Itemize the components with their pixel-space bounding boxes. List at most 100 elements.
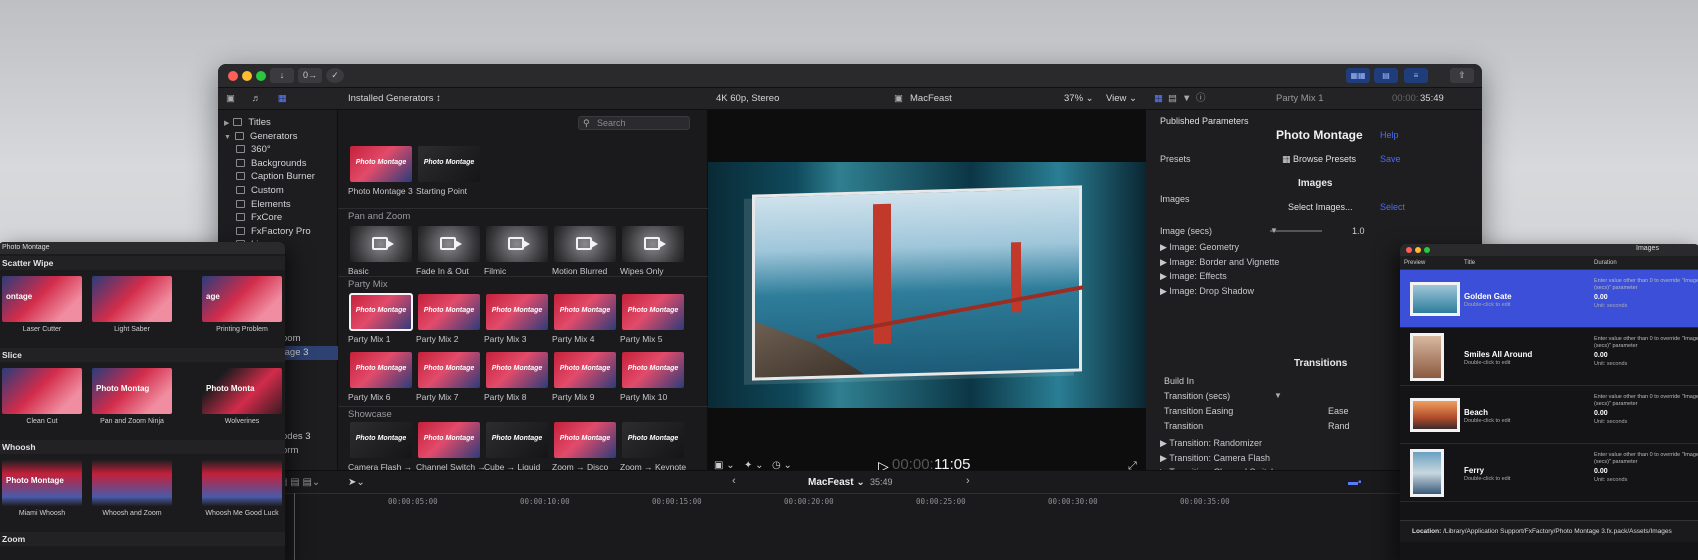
category-header[interactable]: Pan and Zoom [338, 208, 708, 224]
generator-thumbnail[interactable]: Photo Montage [622, 422, 684, 458]
sidebar-item[interactable]: FxFactory Pro [236, 225, 311, 239]
timeline-project-menu[interactable]: MacFeast ⌄ [808, 477, 865, 488]
generator-thumbnail[interactable]: Photo Montage [418, 422, 480, 458]
generator-thumbnail[interactable]: Photo Montage [622, 352, 684, 388]
sidebar-item[interactable]: ▼ Generators [224, 130, 297, 144]
photos-icon[interactable]: ♬ [252, 93, 262, 104]
save-button[interactable]: Save [1380, 154, 1401, 164]
close-window-button[interactable] [228, 71, 238, 81]
sidebar-item-selected[interactable]: tage 3 [282, 346, 308, 360]
duration-value[interactable]: 0.00 [1594, 410, 1608, 417]
background-tasks-button[interactable]: ✓ [326, 68, 344, 83]
image-list-row[interactable]: Smiles All Around Double-click to edit Ent… [1400, 328, 1698, 386]
search-input[interactable]: ⚲ Search [578, 116, 690, 130]
transition-thumbnail[interactable]: age [202, 276, 282, 322]
duration-value[interactable]: 0.00 [1594, 294, 1608, 301]
transition-thumbnail[interactable] [202, 460, 282, 506]
video-inspector-icon[interactable]: ▤ [1168, 88, 1177, 110]
playhead[interactable] [294, 493, 295, 560]
col-preview[interactable]: Preview [1404, 260, 1425, 266]
close-window-button[interactable] [1406, 247, 1412, 253]
share-button[interactable]: ⇧ [1450, 68, 1474, 83]
generator-thumbnail[interactable]: Photo Montage [350, 422, 412, 458]
image-list-row[interactable]: Ferry Double-click to edit Enter value oth… [1400, 444, 1698, 502]
duration-value[interactable]: 0.00 [1594, 352, 1608, 359]
titles-generators-icon[interactable]: ▦ [278, 93, 287, 104]
select-images-button[interactable]: Select [1380, 202, 1405, 212]
transition-easing-value[interactable]: Ease [1328, 406, 1349, 416]
minimize-window-button[interactable] [1415, 247, 1421, 253]
sidebar-item[interactable]: FxCore [236, 211, 282, 225]
sidebar-item[interactable]: Custom [236, 184, 284, 198]
image-title[interactable]: Ferry [1464, 466, 1484, 475]
transition-thumbnail[interactable]: Photo Montag [92, 368, 172, 414]
generator-thumbnail[interactable]: Photo Montage [554, 352, 616, 388]
image-preview[interactable] [1410, 282, 1460, 316]
generator-thumbnail[interactable]: Photo Montage [554, 422, 616, 458]
transition-slider-knob[interactable]: ▼ [1274, 391, 1282, 400]
disclosure-triangle-icon[interactable]: ▼ [224, 134, 231, 141]
generator-inspector-icon[interactable]: ▦ [1154, 88, 1163, 110]
image-title[interactable]: Smiles All Around [1464, 350, 1532, 359]
help-link[interactable]: Help [1380, 130, 1399, 140]
duration-value[interactable]: 0.00 [1594, 468, 1608, 475]
image-title[interactable]: Beach [1464, 408, 1488, 417]
transition-thumbnail[interactable]: ontage [2, 276, 82, 322]
generator-thumbnail[interactable]: Photo Montage [350, 146, 412, 182]
sidebar-item[interactable]: Elements [236, 198, 291, 212]
sidebar-item[interactable]: ▶ Titles [224, 116, 271, 130]
transition-value[interactable]: Rand [1328, 421, 1350, 431]
zoom-window-button[interactable] [256, 71, 266, 81]
generator-thumbnail[interactable] [622, 226, 684, 262]
image-secs-value[interactable]: 1.0 [1352, 226, 1365, 236]
sidebar-item[interactable]: Backgrounds [236, 157, 306, 171]
category-header[interactable]: Party Mix [338, 276, 708, 292]
generator-thumbnail[interactable]: Photo Montage [350, 352, 412, 388]
disclosure-triangle-icon[interactable]: ▶ [224, 120, 229, 127]
generator-thumbnail[interactable] [418, 226, 480, 262]
timeline-toggle-button[interactable]: ▤ [1374, 68, 1398, 83]
slider-knob[interactable]: ▼ [1270, 226, 1278, 235]
transition-thumbnail[interactable] [92, 276, 172, 322]
generator-thumbnail[interactable]: Photo Montage [622, 294, 684, 330]
generator-thumbnail[interactable]: Photo Montage [418, 352, 480, 388]
image-preview[interactable] [1410, 398, 1460, 432]
import-button[interactable]: ↓ [270, 68, 294, 83]
generator-thumbnail[interactable]: Photo Montage [418, 294, 480, 330]
sidebar-item-partial[interactable]: odes 3 [282, 430, 311, 444]
libraries-icon[interactable]: ▣ [226, 93, 235, 104]
generator-thumbnail[interactable]: Photo Montage [418, 146, 480, 182]
minimize-window-button[interactable] [242, 71, 252, 81]
generator-thumbnail[interactable] [554, 226, 616, 262]
sidebar-item[interactable]: Caption Burner [236, 170, 315, 184]
generator-thumbnail[interactable] [486, 226, 548, 262]
info-icon[interactable]: ⓘ [1196, 88, 1206, 110]
image-title[interactable]: Golden Gate [1464, 292, 1512, 301]
generator-thumbnail[interactable]: Photo Montage [486, 352, 548, 388]
select-tool-icon[interactable]: ➤⌄ [348, 477, 365, 488]
category-header[interactable]: Showcase [338, 406, 708, 422]
col-duration[interactable]: Duration [1594, 260, 1617, 266]
image-list-row[interactable]: Beach Double-click to edit Enter value oth… [1400, 386, 1698, 444]
next-project-button[interactable]: › [966, 475, 970, 487]
zoom-menu[interactable]: 37% ⌄ [1064, 88, 1094, 110]
generator-thumbnail[interactable]: Photo Montage [349, 293, 413, 331]
generator-thumbnail[interactable]: Photo Montage [554, 294, 616, 330]
image-preview[interactable] [1410, 333, 1444, 381]
image-list-row[interactable]: Golden Gate Double-click to edit Enter val… [1400, 270, 1698, 328]
image-preview[interactable] [1410, 449, 1444, 497]
inspector-toggle-button[interactable]: ≡ [1404, 68, 1428, 83]
keywords-button[interactable]: 0→ [298, 68, 322, 83]
transition-thumbnail[interactable]: Photo Monta [202, 368, 282, 414]
filter-icon[interactable]: ▼ [1182, 88, 1191, 110]
transition-thumbnail[interactable]: Photo Montage [2, 460, 82, 506]
browse-presets-button[interactable]: ▦ Browse Presets [1282, 154, 1356, 165]
zoom-window-button[interactable] [1424, 247, 1430, 253]
transition-thumbnail[interactable] [92, 460, 172, 506]
audio-waveform-icon[interactable]: ▬▪ [1348, 477, 1362, 488]
sidebar-item[interactable]: 360° [236, 143, 271, 157]
generator-thumbnail[interactable]: Photo Montage [486, 422, 548, 458]
transition-thumbnail[interactable] [2, 368, 82, 414]
generator-thumbnail[interactable] [350, 226, 412, 262]
view-menu[interactable]: View ⌄ [1106, 88, 1137, 110]
